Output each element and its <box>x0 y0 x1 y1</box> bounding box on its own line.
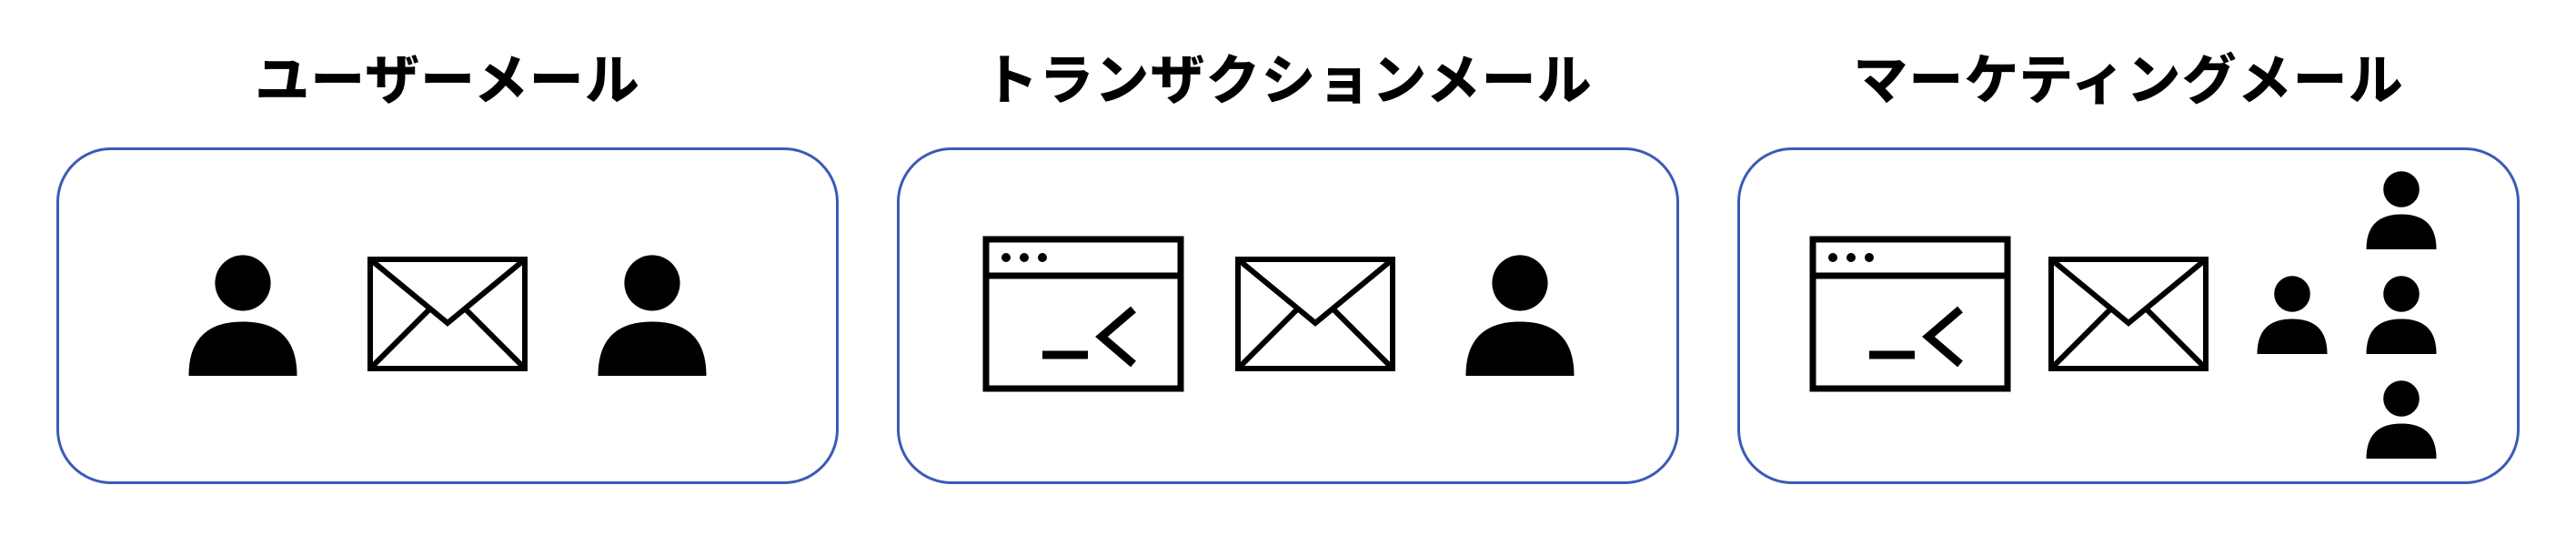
panel-user-mail: ユーザーメール <box>56 36 839 484</box>
person-icon <box>2351 159 2451 264</box>
card-user-mail <box>56 147 839 484</box>
person-icon <box>2351 369 2451 473</box>
card-transaction-mail <box>897 147 1679 484</box>
panel-title: トランザクションメール <box>983 36 1592 116</box>
terminal-window-icon <box>1806 232 2015 400</box>
person-icon <box>2351 264 2451 369</box>
panel-marketing-mail: マーケティングメール <box>1737 36 2520 484</box>
terminal-window-icon <box>979 232 1188 400</box>
panel-title: マーケティングメール <box>1853 36 2403 116</box>
envelope-icon <box>366 255 529 378</box>
person-icon <box>166 237 320 396</box>
panel-transaction-mail: トランザクションメール <box>897 36 1679 484</box>
envelope-icon <box>1233 255 1397 378</box>
person-icon <box>575 237 730 396</box>
audience-group <box>2242 159 2451 473</box>
person-icon <box>2242 264 2342 369</box>
card-marketing-mail <box>1737 147 2520 484</box>
panel-title: ユーザーメール <box>255 36 639 116</box>
envelope-icon <box>2047 255 2210 378</box>
person-icon <box>1443 237 1597 396</box>
